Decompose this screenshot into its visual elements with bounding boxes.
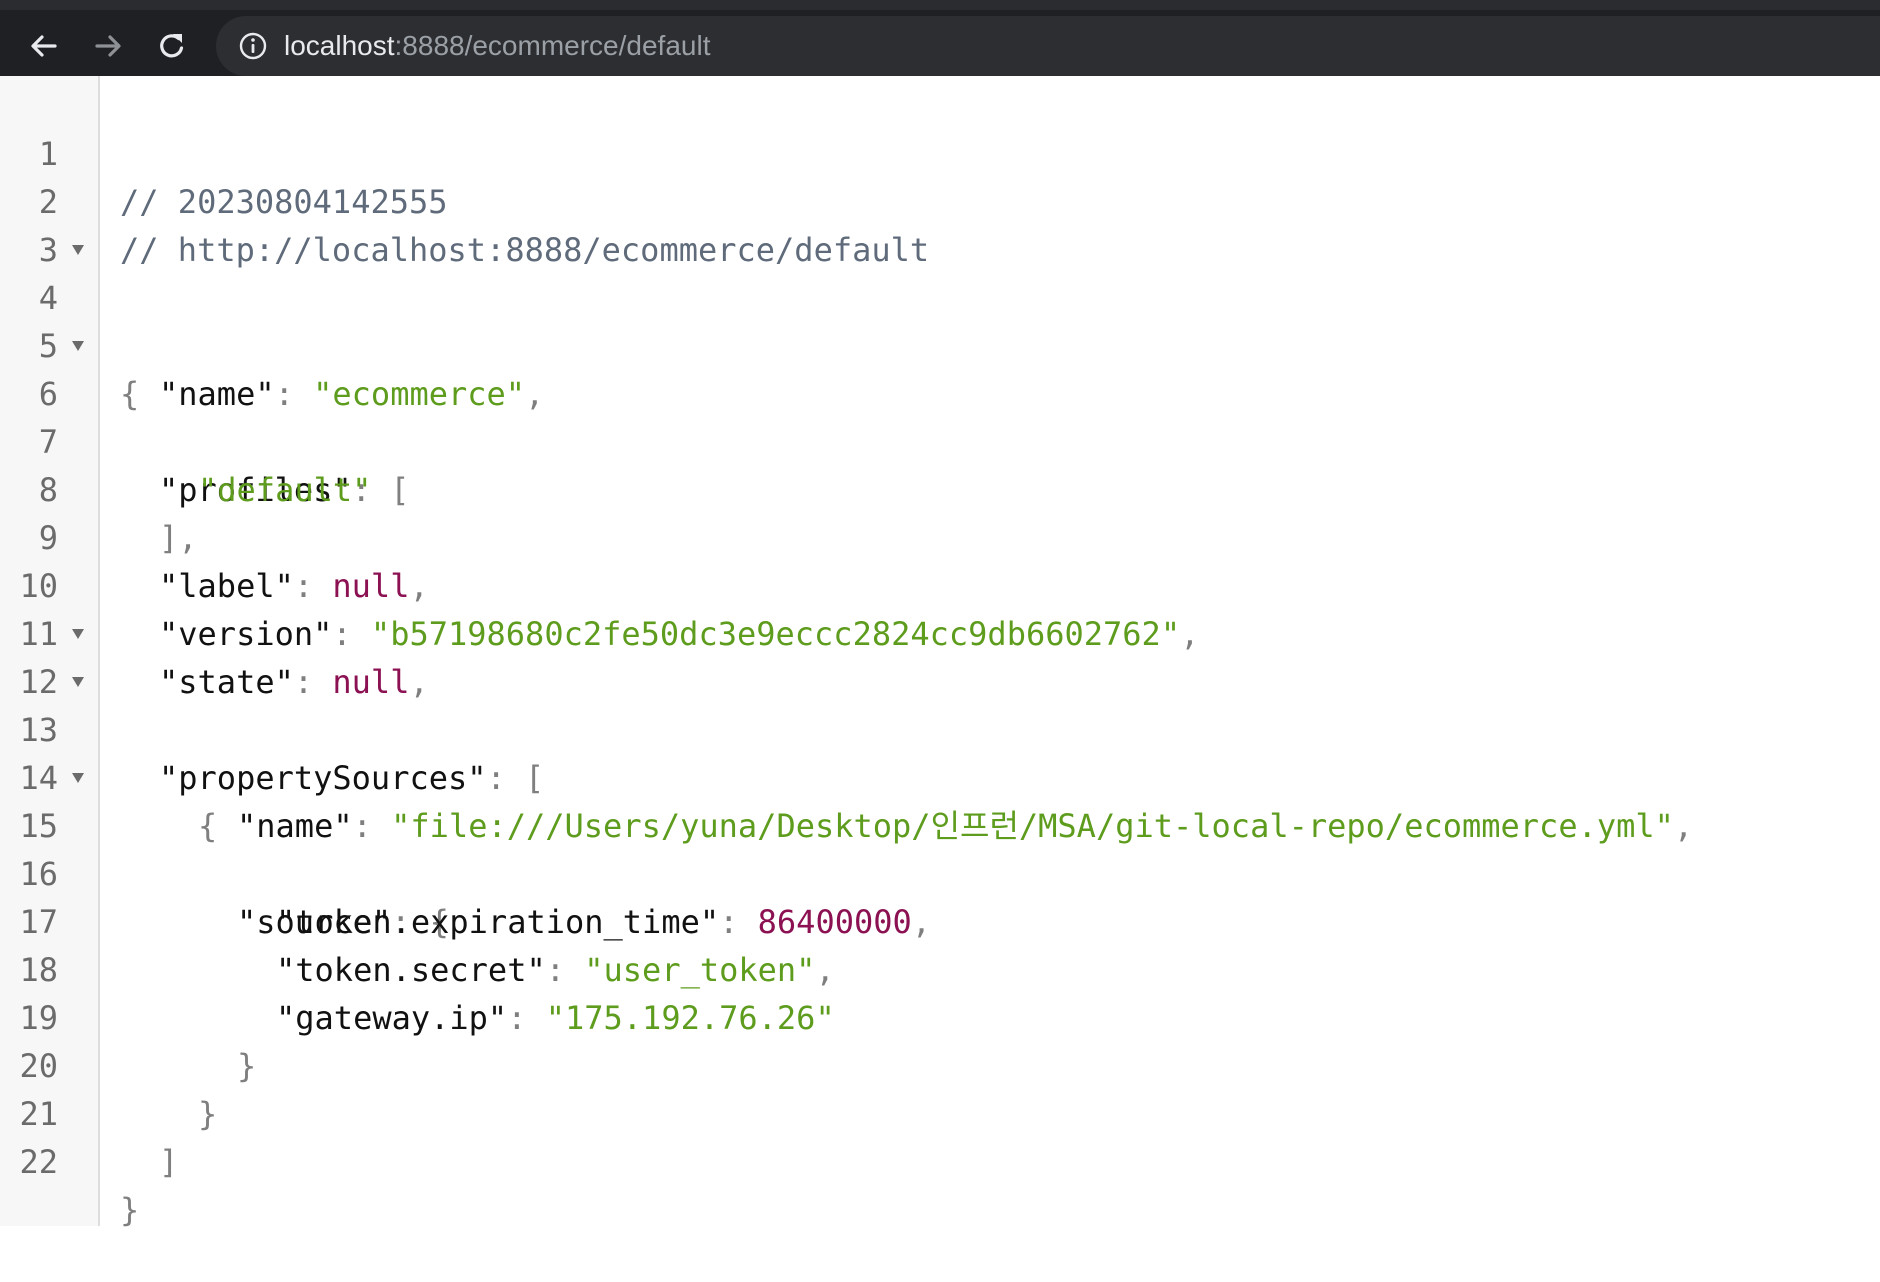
code-line: 21 ]: [0, 1042, 1880, 1181]
forward-arrow-icon: [95, 35, 121, 57]
back-button[interactable]: [22, 24, 66, 68]
info-icon[interactable]: [238, 31, 268, 61]
bracket: ]: [159, 1143, 179, 1181]
fold-toggle-icon[interactable]: [71, 628, 85, 640]
code-line: 13 {: [0, 658, 1880, 845]
reload-icon: [160, 34, 184, 58]
fold-toggle-icon[interactable]: [71, 244, 85, 256]
url-host: localhost: [284, 30, 395, 61]
json-viewer: 1 // 20230804142555 2 // http://localhos…: [0, 76, 1880, 1229]
code-line: 19 }: [0, 946, 1880, 1085]
back-arrow-icon: [31, 35, 57, 57]
code-line: 22 }: [0, 1090, 1880, 1229]
code-line: 5 "name": "ecommerce",: [0, 274, 1880, 413]
fold-toggle-icon[interactable]: [71, 772, 85, 784]
line-number: 22: [19, 1143, 58, 1181]
code-line: 11 "state": null,: [0, 562, 1880, 701]
code-line: 2 // http://localhost:8888/ecommerce/def…: [0, 130, 1880, 269]
line-content: ]: [159, 1138, 178, 1186]
browser-toolbar: localhost:8888/ecommerce/default: [0, 0, 1880, 76]
code-line: 18 "gateway.ip": "175.192.76.26": [0, 898, 1880, 1037]
code-line: 9 "label": null,: [0, 466, 1880, 605]
fold-toggle-icon[interactable]: [71, 676, 85, 688]
code-line: 3: [0, 178, 1880, 269]
url-text[interactable]: localhost:8888/ecommerce/default: [284, 16, 710, 76]
code-line: 16 "token.expiration_time": 86400000,: [0, 802, 1880, 941]
code-line: 8 ],: [0, 418, 1880, 557]
code-line: 7 "default": [0, 370, 1880, 509]
code-line: 1 // 20230804142555: [0, 82, 1880, 221]
code-line: 14 "name": "file:///Users/yuna/Desktop/인…: [0, 706, 1880, 845]
code-line: 15 "source": {: [0, 754, 1880, 941]
address-bar[interactable]: localhost:8888/ecommerce/default: [216, 16, 1880, 76]
code-line: 4 {: [0, 226, 1880, 413]
code-line: 12 "propertySources": [: [0, 610, 1880, 797]
line-content: }: [120, 1186, 139, 1234]
fold-toggle-icon[interactable]: [71, 340, 85, 352]
code-line: 10 "version": "b57198680c2fe50dc3e9eccc2…: [0, 514, 1880, 653]
code-line: 20 }: [0, 994, 1880, 1133]
reload-button[interactable]: [150, 24, 194, 68]
forward-button[interactable]: [86, 24, 130, 68]
brace: }: [120, 1191, 140, 1229]
url-path: :8888/ecommerce/default: [394, 30, 711, 61]
code-line: 17 "token.secret": "user_token",: [0, 850, 1880, 989]
code-line: 6 "profiles": [: [0, 322, 1880, 509]
